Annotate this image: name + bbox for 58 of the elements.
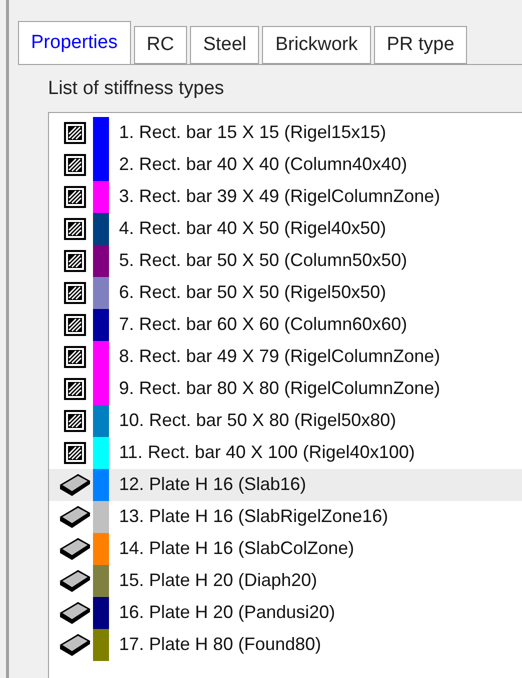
hatched-square-icon [64, 346, 86, 368]
list-item[interactable]: 3. Rect. bar 39 X 49 (RigelColumnZone) [49, 180, 522, 212]
hatched-square-icon [64, 314, 86, 336]
hatched-square-icon [64, 154, 86, 176]
list-item[interactable]: 4. Rect. bar 40 X 50 (Rigel40x50) [49, 212, 522, 244]
item-label: 5. Rect. bar 50 X 50 (Column50x50) [119, 249, 408, 272]
list-item[interactable]: 11. Rect. bar 40 X 100 (Rigel40x100) [49, 436, 522, 468]
list-item[interactable]: 5. Rect. bar 50 X 50 (Column50x50) [49, 244, 522, 276]
tab[interactable]: Properties [18, 21, 131, 64]
item-label: 16. Plate H 20 (Pandusi20) [119, 601, 336, 624]
list-item[interactable]: 13. Plate H 16 (SlabRigelZone16) [49, 500, 522, 532]
list-item[interactable]: 7. Rect. bar 60 X 60 (Column60x60) [49, 308, 522, 340]
item-label: 9. Rect. bar 80 X 80 (RigelColumnZone) [119, 377, 440, 400]
hatched-square-icon [64, 378, 86, 400]
tab[interactable]: Steel [190, 26, 260, 64]
list-item[interactable]: 8. Rect. bar 49 X 79 (RigelColumnZone) [49, 340, 522, 372]
item-label: 2. Rect. bar 40 X 40 (Column40x40) [119, 153, 408, 176]
plate-icon [58, 632, 92, 658]
list-item[interactable]: 10. Rect. bar 50 X 80 (Rigel50x80) [49, 404, 522, 436]
item-label: 6. Rect. bar 50 X 50 (Rigel50x50) [119, 281, 386, 304]
item-label: 10. Rect. bar 50 X 80 (Rigel50x80) [119, 409, 396, 432]
list-item[interactable]: 1. Rect. bar 15 X 15 (Rigel15x15) [49, 116, 522, 148]
list-item[interactable]: 12. Plate H 16 (Slab16) [49, 468, 522, 500]
item-label: 17. Plate H 80 (Found80) [119, 633, 322, 656]
item-label: 8. Rect. bar 49 X 79 (RigelColumnZone) [119, 345, 440, 368]
item-label: 3. Rect. bar 39 X 49 (RigelColumnZone) [119, 185, 440, 208]
list-item[interactable]: 16. Plate H 20 (Pandusi20) [49, 596, 522, 628]
list-item[interactable]: 14. Plate H 16 (SlabColZone) [49, 532, 522, 564]
item-label: 12. Plate H 16 (Slab16) [119, 473, 306, 496]
plate-icon [58, 504, 92, 530]
list-item[interactable]: 17. Plate H 80 (Found80) [49, 628, 522, 660]
hatched-square-icon [64, 442, 86, 464]
list-item[interactable]: 2. Rect. bar 40 X 40 (Column40x40) [49, 148, 522, 180]
stiffness-list[interactable] [48, 112, 522, 678]
item-label: 1. Rect. bar 15 X 15 (Rigel15x15) [119, 121, 386, 144]
item-label: 4. Rect. bar 40 X 50 (Rigel40x50) [119, 217, 386, 240]
list-item[interactable]: 6. Rect. bar 50 X 50 (Rigel50x50) [49, 276, 522, 308]
tab[interactable]: PR type [374, 26, 468, 64]
tab[interactable]: RC [134, 26, 188, 64]
plate-icon [58, 536, 92, 562]
list-label: List of stiffness types [48, 77, 226, 101]
hatched-square-icon [64, 122, 86, 144]
item-label: 14. Plate H 16 (SlabColZone) [119, 537, 354, 560]
list-item[interactable]: 15. Plate H 20 (Diaph20) [49, 564, 522, 596]
plate-icon [58, 568, 92, 594]
hatched-square-icon [64, 410, 86, 432]
item-label: 13. Plate H 16 (SlabRigelZone16) [119, 505, 388, 528]
hatched-square-icon [64, 218, 86, 240]
tab[interactable]: Brickwork [262, 26, 371, 64]
plate-icon [58, 600, 92, 626]
hatched-square-icon [64, 282, 86, 304]
list-item[interactable]: 9. Rect. bar 80 X 80 (RigelColumnZone) [49, 372, 522, 404]
item-label: 7. Rect. bar 60 X 60 (Column60x60) [119, 313, 408, 336]
hatched-square-icon [64, 250, 86, 272]
hatched-square-icon [64, 186, 86, 208]
plate-icon [58, 472, 92, 498]
item-label: 11. Rect. bar 40 X 100 (Rigel40x100) [119, 441, 415, 464]
item-label: 15. Plate H 20 (Diaph20) [119, 569, 318, 592]
